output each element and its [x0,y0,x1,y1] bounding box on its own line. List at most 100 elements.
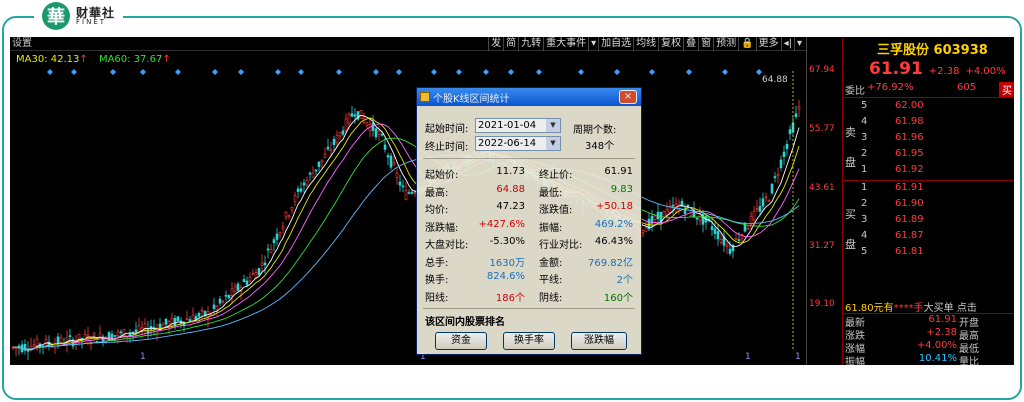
ask-row[interactable]: 5 62.00 [843,100,1014,116]
toolbar-item[interactable]: 加自选 [598,37,633,51]
ask-row[interactable]: 2 61.95 [843,148,1014,164]
toolbar-item[interactable]: ▾ [588,37,598,51]
ask-row[interactable]: 3 61.96 [843,132,1014,148]
toolbar-item[interactable]: 发 [488,37,503,51]
candle-body [197,313,201,317]
toolbar-item[interactable]: 复权 [658,37,683,51]
dialog-titlebar[interactable]: 个股K线区间统计 × [417,88,641,106]
price-tick: 67.94 [809,65,835,75]
event-marker-icon [456,69,462,75]
bid-row[interactable]: 5 61.81 [843,246,1014,262]
candle-body [641,230,645,233]
toolbar-item[interactable]: 九转 [518,37,543,51]
candle-body [398,181,402,186]
event-marker-icon [536,69,542,75]
trading-terminal: 设置 发简九转 重大事件 ▾ 加自选 均线 复权叠窗预测 🔒 更多 ◂| ▾ 64.88 1 1 1 1 … [10,37,1014,365]
ma30-up-arrow-icon: ↑ [79,54,88,65]
candle-body [350,113,354,117]
toolbar-buttons: 发简九转 重大事件 ▾ 加自选 均线 复权叠窗预测 🔒 更多 ◂| ▾ [488,37,804,51]
finet-logo-icon: 華 [42,2,70,30]
candle-body [767,200,771,202]
candle-body [359,110,363,120]
toolbar-item[interactable]: 更多 [755,37,781,51]
candle-body [200,309,204,312]
candle-body [341,130,345,135]
rank-by-change-button[interactable]: 涨跌幅 [571,332,627,350]
candle-body [275,233,279,240]
candle-body [314,169,318,172]
toolbar-item[interactable]: ▾ [793,37,804,51]
candle-body [233,286,237,293]
close-button[interactable]: × [619,90,637,104]
ask-price: 61.96 [895,132,924,143]
candle-body [230,288,234,296]
price-line: 61.91 +2.38 +4.00% [869,59,1006,79]
candle-body [749,215,753,225]
candle-body [383,144,387,150]
period-count-label: 周期个数: [573,125,617,136]
candle-body [755,208,759,211]
candle-body [284,211,288,218]
candle-body [764,196,768,199]
candle-body [263,262,267,266]
moving-average-line [12,123,800,350]
event-marker-icon [175,69,181,75]
event-marker-icon [649,69,655,75]
candle-body [404,190,408,200]
stat-value: +2.38 [926,327,957,338]
bid-row[interactable]: 1 61.91 [843,182,1014,198]
toolbar-item[interactable]: 均线 [633,37,658,51]
candle-body [302,182,306,186]
candle-body [782,151,786,157]
candle-body [380,134,384,136]
stat-label: 总手: [425,257,449,269]
price-tick: 55.77 [809,124,835,134]
toolbar-item[interactable]: ◂| [780,37,794,51]
candle-body [329,149,333,152]
stat-value: +4.00% [916,340,957,351]
candle-body [287,215,291,217]
ask-price: 61.95 [895,148,924,159]
kline-chart[interactable]: 64.881 1 1 1 [10,51,806,365]
rank-by-funds-button[interactable]: 资金 [435,332,487,350]
moving-average-line [12,137,800,350]
settings-menu[interactable]: 设置 [12,37,32,51]
stat-value: 824.6% [486,271,525,282]
toolbar-item[interactable]: 🔒 [738,37,755,51]
stat-label: 起始价: [425,170,459,181]
event-marker-icon [298,69,304,75]
order-side-label: 买盘 [845,208,856,251]
bid-row[interactable]: 2 61.90 [843,198,1014,214]
candle-body [119,331,123,334]
event-marker-icon [578,69,584,75]
rank-by-turnover-button[interactable]: 换手率 [503,332,555,350]
ask-row[interactable]: 1 61.92 [843,164,1014,180]
candle-body [347,114,351,124]
price-tick: 31.27 [809,241,835,251]
toolbar-item[interactable]: 预测 [713,37,738,51]
event-marker-icon [396,69,402,75]
toolbar-item[interactable]: 简 [503,37,518,51]
ask-row[interactable]: 4 61.98 [843,116,1014,132]
candle-body [371,122,375,131]
toolbar-item[interactable]: 窗 [698,37,713,51]
end-time-select[interactable]: 2022-06-14 ▼ [475,136,561,151]
bid-row[interactable]: 4 61.87 [843,230,1014,246]
candle-body [176,316,180,321]
candle-body [788,129,792,135]
candle-body [215,305,219,311]
buy-sell-toggle[interactable]: 买 [999,82,1014,97]
toolbar-item[interactable]: 重大事件 [543,37,588,51]
event-marker-icon [431,69,437,75]
toolbar-item[interactable]: 叠 [683,37,698,51]
event-marker-icon [140,69,146,75]
bid-price: 61.90 [895,198,924,209]
big-order-strip[interactable]: 61.80元有****手大买单 点击 [845,299,1014,314]
candle-body [173,317,177,327]
candle-body [296,188,300,192]
candle-body [407,192,411,194]
bid-row[interactable]: 3 61.89 [843,214,1014,230]
stat-value: -5.30% [489,236,525,247]
event-marker-icon [110,69,116,75]
start-time-select[interactable]: 2021-01-04 ▼ [475,118,561,133]
